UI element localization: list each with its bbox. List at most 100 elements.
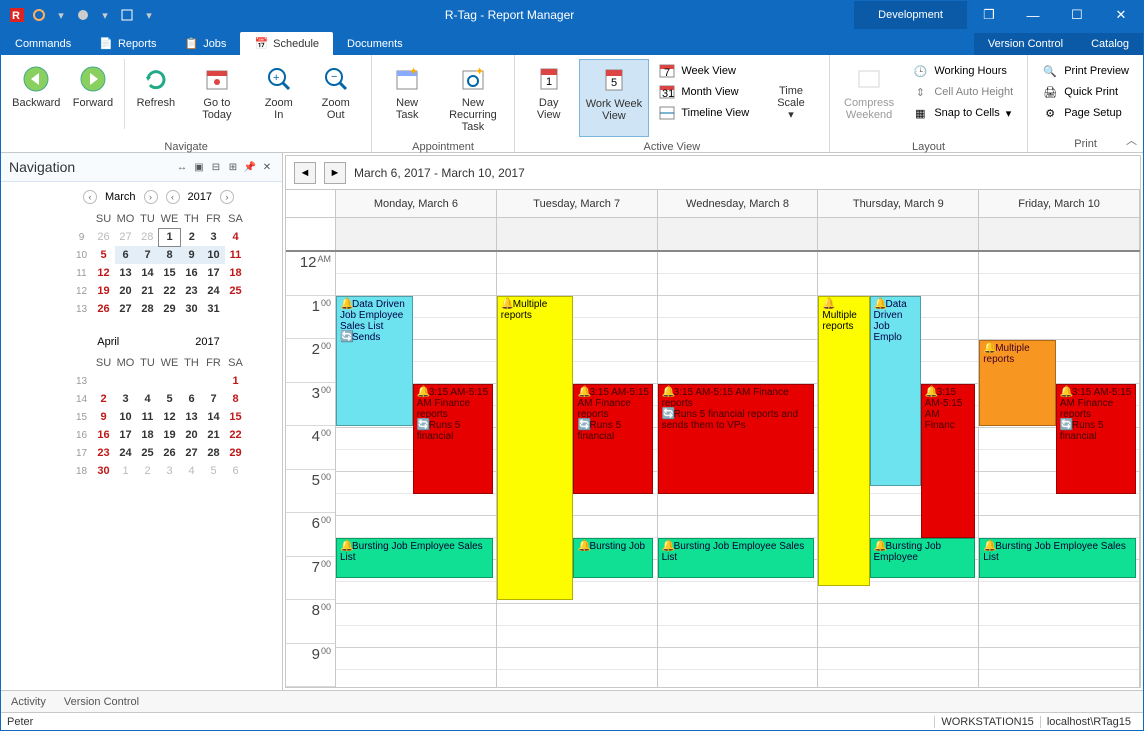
tab-reports[interactable]: 📄Reports <box>85 32 170 55</box>
cal-day[interactable]: 11 <box>225 246 247 264</box>
new-task-button[interactable]: ✦New Task <box>378 59 436 137</box>
cal-day[interactable]: 24 <box>203 282 225 300</box>
backward-button[interactable]: Backward <box>7 59 66 137</box>
cal-day[interactable]: 24 <box>115 444 137 462</box>
month-view-button[interactable]: 31Month View <box>655 82 753 102</box>
cal-day[interactable]: 17 <box>115 426 137 444</box>
calendar-event[interactable]: 🔔Data Driven Job Emplo <box>870 296 921 486</box>
calendar-event[interactable]: 🔔3:15 AM-5:15 AM Finance reports🔄Runs 5 … <box>413 384 493 494</box>
calendar-event[interactable]: 🔔Multiple reports <box>818 296 869 586</box>
new-recurring-task-button[interactable]: ✦New Recurring Task <box>438 59 508 137</box>
cal-day[interactable]: 27 <box>115 300 137 318</box>
calendar-event[interactable]: 🔔3:15 AM-5:15 AM Finance reports🔄Runs 5 … <box>573 384 653 494</box>
cal-day[interactable]: 3 <box>115 390 137 408</box>
calendar-event[interactable]: 🔔3:15 AM-5:15 AM Finance reports🔄Runs 5 … <box>658 384 815 494</box>
cal-day[interactable] <box>203 372 225 390</box>
nav-tool-2-icon[interactable]: ▣ <box>192 160 206 174</box>
cal-day[interactable]: 16 <box>93 426 115 444</box>
cal-day[interactable]: 23 <box>93 444 115 462</box>
cal-day[interactable]: 21 <box>203 426 225 444</box>
cal-day[interactable]: 8 <box>225 390 247 408</box>
minimize-button[interactable]: — <box>1011 1 1055 29</box>
prev-week-button[interactable]: ◄ <box>294 162 316 184</box>
cal1-next-month[interactable]: › <box>144 190 158 204</box>
day-column[interactable]: 🔔Multiple reports🔔3:15 AM-5:15 AM Financ… <box>979 252 1140 687</box>
cal-day[interactable]: 27 <box>115 228 137 246</box>
rtag-icon[interactable]: R <box>9 7 25 23</box>
calendar-event[interactable]: 🔔Bursting Job <box>573 538 653 578</box>
cal-day[interactable]: 28 <box>137 228 159 246</box>
page-setup-button[interactable]: ⚙Page Setup <box>1038 103 1133 123</box>
cal1-prev-month[interactable]: ‹ <box>83 190 97 204</box>
qat-gear-icon[interactable] <box>75 7 91 23</box>
nav-tool-1-icon[interactable]: ↔ <box>175 160 189 174</box>
nav-tool-4-icon[interactable]: ⊞ <box>226 160 240 174</box>
cal-day[interactable]: 30 <box>93 462 115 480</box>
nav-close-icon[interactable]: ✕ <box>260 160 274 174</box>
cal-day[interactable]: 25 <box>137 444 159 462</box>
cal-day[interactable]: 10 <box>115 408 137 426</box>
cal-day[interactable] <box>225 300 247 318</box>
cal-day[interactable]: 26 <box>93 228 115 246</box>
time-scale-button[interactable]: Time Scale▾ <box>759 59 823 137</box>
cal-day[interactable]: 6 <box>181 390 203 408</box>
cal-day[interactable]: 21 <box>137 282 159 300</box>
forward-button[interactable]: Forward <box>68 59 119 137</box>
cal-day[interactable]: 19 <box>93 282 115 300</box>
day-header[interactable]: Monday, March 6 <box>336 190 497 217</box>
cal-day[interactable]: 5 <box>203 462 225 480</box>
day-header[interactable]: Tuesday, March 7 <box>497 190 658 217</box>
calendar-event[interactable]: 🔔3:15 AM-5:15 AM Finance reports🔄Runs 5 … <box>1056 384 1136 494</box>
cal-day[interactable]: 29 <box>159 300 181 318</box>
cal-day[interactable]: 7 <box>137 246 159 264</box>
calendar-event[interactable]: 🔔Multiple reports <box>497 296 574 600</box>
cal-day[interactable]: 13 <box>115 264 137 282</box>
refresh-button[interactable]: Refresh <box>131 59 180 137</box>
cal-day[interactable]: 16 <box>181 264 203 282</box>
allday-cell[interactable] <box>497 218 658 250</box>
cal-day[interactable]: 13 <box>181 408 203 426</box>
allday-cell[interactable] <box>818 218 979 250</box>
cal1-prev-year[interactable]: ‹ <box>166 190 180 204</box>
cal-day[interactable]: 7 <box>203 390 225 408</box>
nav-pin-icon[interactable]: 📌 <box>243 160 257 174</box>
cal-day[interactable]: 3 <box>159 462 181 480</box>
cal-day[interactable]: 12 <box>159 408 181 426</box>
calendar-event[interactable]: 🔔Bursting Job Employee Sales List <box>336 538 493 578</box>
cal-day[interactable]: 4 <box>137 390 159 408</box>
snap-to-cells-button[interactable]: ▦Snap to Cells ▾ <box>908 103 1017 123</box>
day-header[interactable]: Friday, March 10 <box>979 190 1140 217</box>
subtab-catalog[interactable]: Catalog <box>1077 33 1143 55</box>
day-column[interactable]: 🔔Multiple reports🔔3:15 AM-5:15 AM Financ… <box>497 252 658 687</box>
allday-cell[interactable] <box>979 218 1140 250</box>
tab-jobs[interactable]: 📋Jobs <box>170 32 240 55</box>
cal-day[interactable]: 14 <box>203 408 225 426</box>
goto-today-button[interactable]: Go to Today <box>182 59 251 137</box>
cal-day[interactable]: 6 <box>115 246 137 264</box>
cal-day[interactable]: 28 <box>203 444 225 462</box>
cal-day[interactable]: 17 <box>203 264 225 282</box>
cal-day[interactable]: 22 <box>159 282 181 300</box>
close-button[interactable]: ✕ <box>1099 1 1143 29</box>
cal-day[interactable]: 10 <box>203 246 225 264</box>
cal-day[interactable]: 15 <box>225 408 247 426</box>
day-column[interactable]: 🔔Multiple reports🔔Data Driven Job Emplo🔔… <box>818 252 979 687</box>
cal-day[interactable]: 20 <box>115 282 137 300</box>
allday-cell[interactable] <box>336 218 497 250</box>
quick-print-button[interactable]: 🖨Quick Print <box>1038 82 1133 102</box>
cal-day[interactable]: 25 <box>225 282 247 300</box>
cal-day[interactable]: 23 <box>181 282 203 300</box>
cal-day[interactable]: 26 <box>159 444 181 462</box>
cal-day[interactable]: 18 <box>225 264 247 282</box>
qat-refresh-icon[interactable] <box>31 7 47 23</box>
cal-day[interactable]: 5 <box>159 390 181 408</box>
collapse-ribbon-icon[interactable]: ︿ <box>1126 132 1137 148</box>
subtab-version-control[interactable]: Version Control <box>974 33 1077 55</box>
zoom-out-button[interactable]: −Zoom Out <box>306 59 365 137</box>
cal-day[interactable]: 29 <box>225 444 247 462</box>
cal-day[interactable]: 2 <box>93 390 115 408</box>
week-view-button[interactable]: 7Week View <box>655 61 753 81</box>
cal-day[interactable] <box>159 372 181 390</box>
cal-day[interactable]: 1 <box>225 372 247 390</box>
tab-documents[interactable]: Documents <box>333 33 417 55</box>
